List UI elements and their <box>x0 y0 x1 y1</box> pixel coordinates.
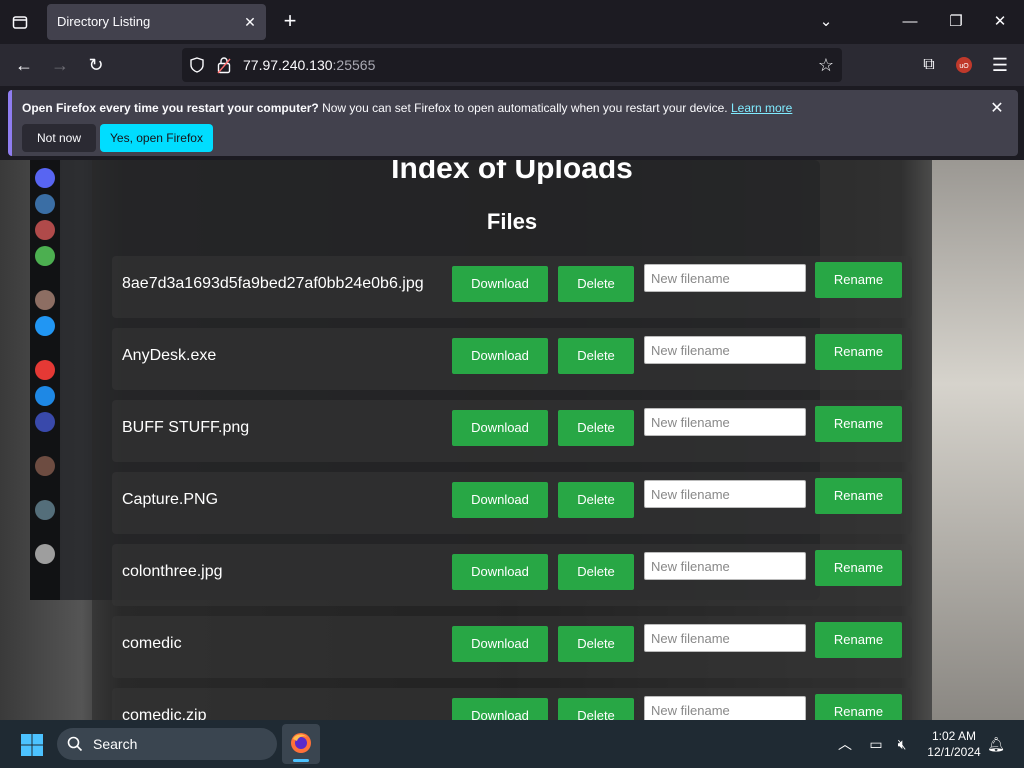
notification-bell-icon[interactable]: 🔔︎ <box>986 734 1006 754</box>
restore-icon[interactable]: ❐ <box>944 10 968 34</box>
windows-taskbar: Search ︿ ▭ 🔇︎ 1:02 AM 12/1/2024 🔔︎ <box>0 720 1024 768</box>
firefox-taskbar-icon[interactable] <box>282 724 320 764</box>
show-hidden-icons-icon[interactable]: ︿ <box>835 734 855 754</box>
navigation-bar: ← → ↻ 77.97.240.130:25565 ☆ ⧉ uO ☰ <box>0 44 1024 86</box>
rename-button[interactable]: Rename <box>815 262 902 298</box>
firefox-startup-notification: Open Firefox every time you restart your… <box>8 90 1018 156</box>
download-button[interactable]: Download <box>452 626 548 662</box>
tab-title: Directory Listing <box>57 14 151 29</box>
download-button[interactable]: Download <box>452 266 548 302</box>
file-row: comedic Download Delete Rename <box>112 616 912 678</box>
file-name: comedic <box>122 635 182 652</box>
background-decoration <box>35 316 55 336</box>
shield-icon[interactable] <box>188 56 206 74</box>
back-icon[interactable]: ← <box>11 52 37 78</box>
reload-icon[interactable]: ↻ <box>83 52 109 78</box>
delete-button[interactable]: Delete <box>558 482 634 518</box>
windows-start-icon[interactable] <box>20 733 44 757</box>
rename-button[interactable]: Rename <box>815 334 902 370</box>
url-bar[interactable]: 77.97.240.130:25565 ☆ <box>182 48 842 82</box>
new-filename-input[interactable] <box>644 696 806 720</box>
taskbar-clock[interactable]: 1:02 AM 12/1/2024 <box>918 728 990 760</box>
notification-message: Open Firefox every time you restart your… <box>22 101 793 115</box>
file-row: AnyDesk.exe Download Delete Rename <box>112 328 912 390</box>
volume-muted-icon[interactable]: 🔇︎ <box>892 734 912 754</box>
download-button[interactable]: Download <box>452 410 548 446</box>
file-name: comedic.zip <box>122 707 207 720</box>
ublock-origin-icon[interactable]: uO <box>951 52 977 78</box>
file-row: BUFF STUFF.png Download Delete Rename <box>112 400 912 462</box>
page-content: Index of Uploads Files 8ae7d3a1693d5fa9b… <box>0 160 1024 720</box>
close-tab-icon[interactable]: ✕ <box>242 14 258 30</box>
new-filename-input[interactable] <box>644 624 806 652</box>
learn-more-link[interactable]: Learn more <box>731 101 792 115</box>
background-decoration <box>35 290 55 310</box>
file-row: Capture.PNG Download Delete Rename <box>112 472 912 534</box>
open-firefox-button[interactable]: Yes, open Firefox <box>100 124 213 152</box>
new-tab-icon[interactable]: + <box>278 10 302 34</box>
download-button[interactable]: Download <box>452 482 548 518</box>
background-decoration <box>35 544 55 564</box>
rename-button[interactable]: Rename <box>815 622 902 658</box>
page-title: Index of Uploads <box>391 160 633 185</box>
background-decoration <box>35 412 55 432</box>
search-label: Search <box>93 736 138 752</box>
search-icon <box>67 736 83 752</box>
background-decoration <box>35 456 55 476</box>
not-now-button[interactable]: Not now <box>22 124 96 152</box>
tab-strip: Directory Listing ✕ + ⌄ — ❐ ✕ <box>0 0 1024 44</box>
firefox-view-icon[interactable] <box>8 10 32 34</box>
file-name: 8ae7d3a1693d5fa9bed27af0bb24e0b6.jpg <box>122 275 424 292</box>
clock-date: 12/1/2024 <box>927 745 981 759</box>
file-name: AnyDesk.exe <box>122 347 217 364</box>
files-heading: Files <box>486 209 538 234</box>
active-app-indicator <box>293 759 309 762</box>
rename-button[interactable]: Rename <box>815 550 902 586</box>
url-text: 77.97.240.130:25565 <box>243 57 376 73</box>
download-button[interactable]: Download <box>452 698 548 720</box>
list-all-tabs-icon[interactable]: ⌄ <box>814 10 838 34</box>
background-image-right <box>932 160 1024 720</box>
delete-button[interactable]: Delete <box>558 266 634 302</box>
insecure-lock-icon[interactable] <box>216 56 232 74</box>
extensions-icon[interactable]: ⧉ <box>916 52 942 78</box>
menu-icon[interactable]: ☰ <box>987 52 1013 78</box>
download-button[interactable]: Download <box>452 554 548 590</box>
tab-directory-listing[interactable]: Directory Listing ✕ <box>47 4 266 40</box>
file-name: Capture.PNG <box>122 491 219 508</box>
new-filename-input[interactable] <box>644 336 806 364</box>
file-name: BUFF STUFF.png <box>122 419 250 436</box>
file-row: colonthree.jpg Download Delete Rename <box>112 544 912 606</box>
background-decoration <box>35 360 55 380</box>
file-row: comedic.zip Download Delete Rename <box>112 688 912 720</box>
rename-button[interactable]: Rename <box>815 694 902 720</box>
new-filename-input[interactable] <box>644 480 806 508</box>
svg-text:uO: uO <box>959 63 969 70</box>
delete-button[interactable]: Delete <box>558 410 634 446</box>
file-name: colonthree.jpg <box>122 563 223 580</box>
close-notification-icon[interactable]: ✕ <box>988 100 1006 118</box>
rename-button[interactable]: Rename <box>815 406 902 442</box>
delete-button[interactable]: Delete <box>558 554 634 590</box>
network-icon[interactable]: ▭ <box>866 734 886 754</box>
rename-button[interactable]: Rename <box>815 478 902 514</box>
minimize-icon[interactable]: — <box>898 10 922 34</box>
new-filename-input[interactable] <box>644 552 806 580</box>
taskbar-search-box[interactable]: Search <box>57 728 277 760</box>
background-decoration <box>35 500 55 520</box>
new-filename-input[interactable] <box>644 408 806 436</box>
background-decoration <box>35 246 55 266</box>
bookmark-star-icon[interactable]: ☆ <box>816 55 836 75</box>
delete-button[interactable]: Delete <box>558 698 634 720</box>
new-filename-input[interactable] <box>644 264 806 292</box>
delete-button[interactable]: Delete <box>558 626 634 662</box>
close-window-icon[interactable]: ✕ <box>988 10 1012 34</box>
file-row: 8ae7d3a1693d5fa9bed27af0bb24e0b6.jpg Down… <box>112 256 912 318</box>
forward-icon[interactable]: → <box>47 52 73 78</box>
background-decoration <box>35 386 55 406</box>
clock-time: 1:02 AM <box>931 729 977 743</box>
download-button[interactable]: Download <box>452 338 548 374</box>
delete-button[interactable]: Delete <box>558 338 634 374</box>
